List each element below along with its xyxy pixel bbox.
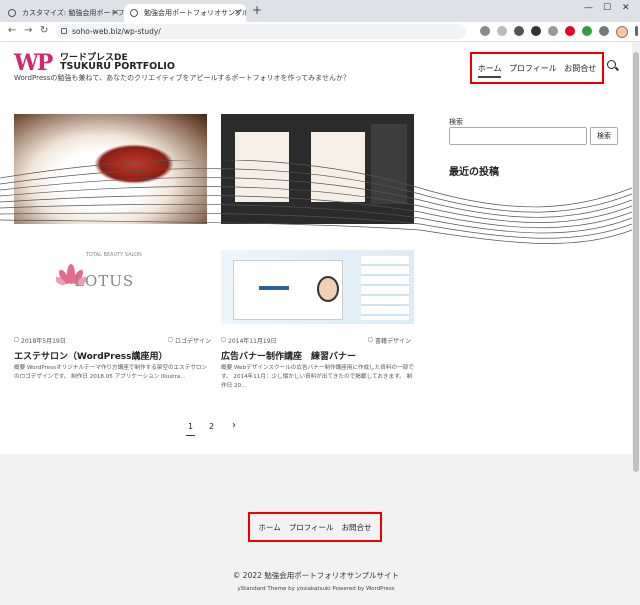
site-favicon-icon [8, 9, 16, 17]
post-title-link[interactable]: エステサロン（WordPress講座用） [14, 349, 168, 362]
close-window-button[interactable]: ✕ [622, 3, 630, 13]
pagination-next-icon[interactable]: › [232, 420, 236, 431]
copyright-text: © 2022 勉強会用ポートフォリオサンプルサイト [232, 571, 400, 580]
theme-credit: yStandard Theme by yosiakatsuki Powered … [237, 586, 395, 592]
post-category[interactable]: 書籍デザイン [375, 336, 411, 345]
new-tab-button[interactable]: + [252, 3, 262, 17]
close-icon[interactable]: ✕ [234, 4, 241, 22]
calendar-icon: ◻ [14, 336, 19, 343]
camera-icon[interactable] [514, 26, 524, 36]
post-thumbnail-banner[interactable] [221, 250, 414, 324]
back-button[interactable]: ← [8, 25, 16, 36]
logo-line2: TSUKURU PORTFOLIO [60, 61, 175, 72]
list-graphic [361, 256, 409, 320]
profile-avatar[interactable] [616, 26, 628, 38]
arrow-graphic [259, 286, 289, 290]
footer-nav-highlight-box [248, 512, 382, 542]
pagination-page-2[interactable]: 2 [209, 422, 214, 431]
post-title-link[interactable]: 広告バナー制作講座 練習バナー [221, 349, 356, 362]
site-tagline: WordPressの勉強も兼ねて、あなたのクリエイティブをアピールするポートフォ… [14, 74, 350, 82]
sidebar-search-input[interactable] [449, 127, 587, 145]
tab-title: 勉強会用ポートフォリオサンプルサイト [144, 9, 246, 17]
folder-icon: ◻ [368, 336, 373, 343]
close-icon[interactable]: ✕ [112, 4, 119, 22]
search-widget-label: 検索 [449, 118, 463, 126]
recent-posts-heading: 最近の投稿 [449, 167, 499, 178]
site-favicon-icon [130, 9, 138, 17]
site-footer: ホーム プロフィール お問合せ © 2022 勉強会用ポートフォリオサンプルサイ… [0, 454, 632, 605]
person-graphic [317, 276, 339, 302]
browser-tab-site[interactable]: 勉強会用ポートフォリオサンプルサイト ✕ [124, 4, 246, 22]
lotus-wordmark: LOTUS [74, 272, 135, 290]
maximize-button[interactable]: ☐ [603, 3, 611, 13]
lotus-small-text: TOTAL BEAUTY SALON [86, 252, 142, 258]
web-page: WP ワードプレスDE TSUKURU PORTFOLIO WordPressの… [0, 42, 632, 605]
browser-tab-customize[interactable]: カスタマイズ: 勉強会用ポートフォリオサ ✕ [2, 4, 124, 22]
decorative-wave-lines [0, 160, 632, 244]
github-icon[interactable] [531, 26, 541, 36]
folder-icon: ◻ [168, 336, 173, 343]
post-date: 2018年5月19日 [21, 338, 66, 345]
address-bar-row: ← → ↻ soho-web.biz/wp-study/ [0, 22, 640, 42]
post-category[interactable]: ロゴデザイン [175, 336, 211, 345]
page-scrollbar[interactable] [632, 42, 640, 605]
reload-button[interactable]: ↻ [40, 25, 48, 36]
evernote-icon[interactable] [582, 26, 592, 36]
url-input[interactable]: soho-web.biz/wp-study/ [56, 24, 466, 39]
forward-button[interactable]: → [24, 25, 32, 36]
browser-tab-bar: カスタマイズ: 勉強会用ポートフォリオサ ✕ 勉強会用ポートフォリオサンプルサイ… [0, 0, 640, 22]
scrollbar-thumb[interactable] [633, 52, 639, 472]
puzzle-icon[interactable] [599, 26, 609, 36]
post-thumbnail-lotus[interactable]: TOTAL BEAUTY SALON LOTUS [14, 250, 207, 324]
extension-icon[interactable] [548, 26, 558, 36]
url-text: soho-web.biz/wp-study/ [72, 27, 161, 36]
post-date: 2014年11月19日 [228, 338, 277, 345]
tab-title: カスタマイズ: 勉強会用ポートフォリオサ [22, 9, 124, 17]
share-icon[interactable] [480, 26, 490, 36]
post-excerpt: 概要 Webデザインスクールの広告バナー制作講座用に作成した資料の一部です。 2… [221, 365, 414, 389]
extension-toolbar [480, 26, 638, 38]
minimize-button[interactable]: — [584, 3, 593, 13]
pinterest-icon[interactable] [565, 26, 575, 36]
nav-highlight-box [470, 52, 604, 84]
lock-icon [61, 28, 67, 34]
post-excerpt: 概要 WordPressオリジナルテーマ作り方講座で制作する架空のエステサロンの… [14, 365, 208, 380]
sidebar-search-button[interactable]: 検索 [590, 127, 618, 145]
pagination-page-1[interactable]: 1 [185, 422, 196, 436]
star-icon[interactable] [497, 26, 507, 36]
menu-icon[interactable] [635, 26, 638, 36]
search-icon[interactable] [607, 60, 616, 69]
calendar-icon: ◻ [221, 336, 226, 343]
